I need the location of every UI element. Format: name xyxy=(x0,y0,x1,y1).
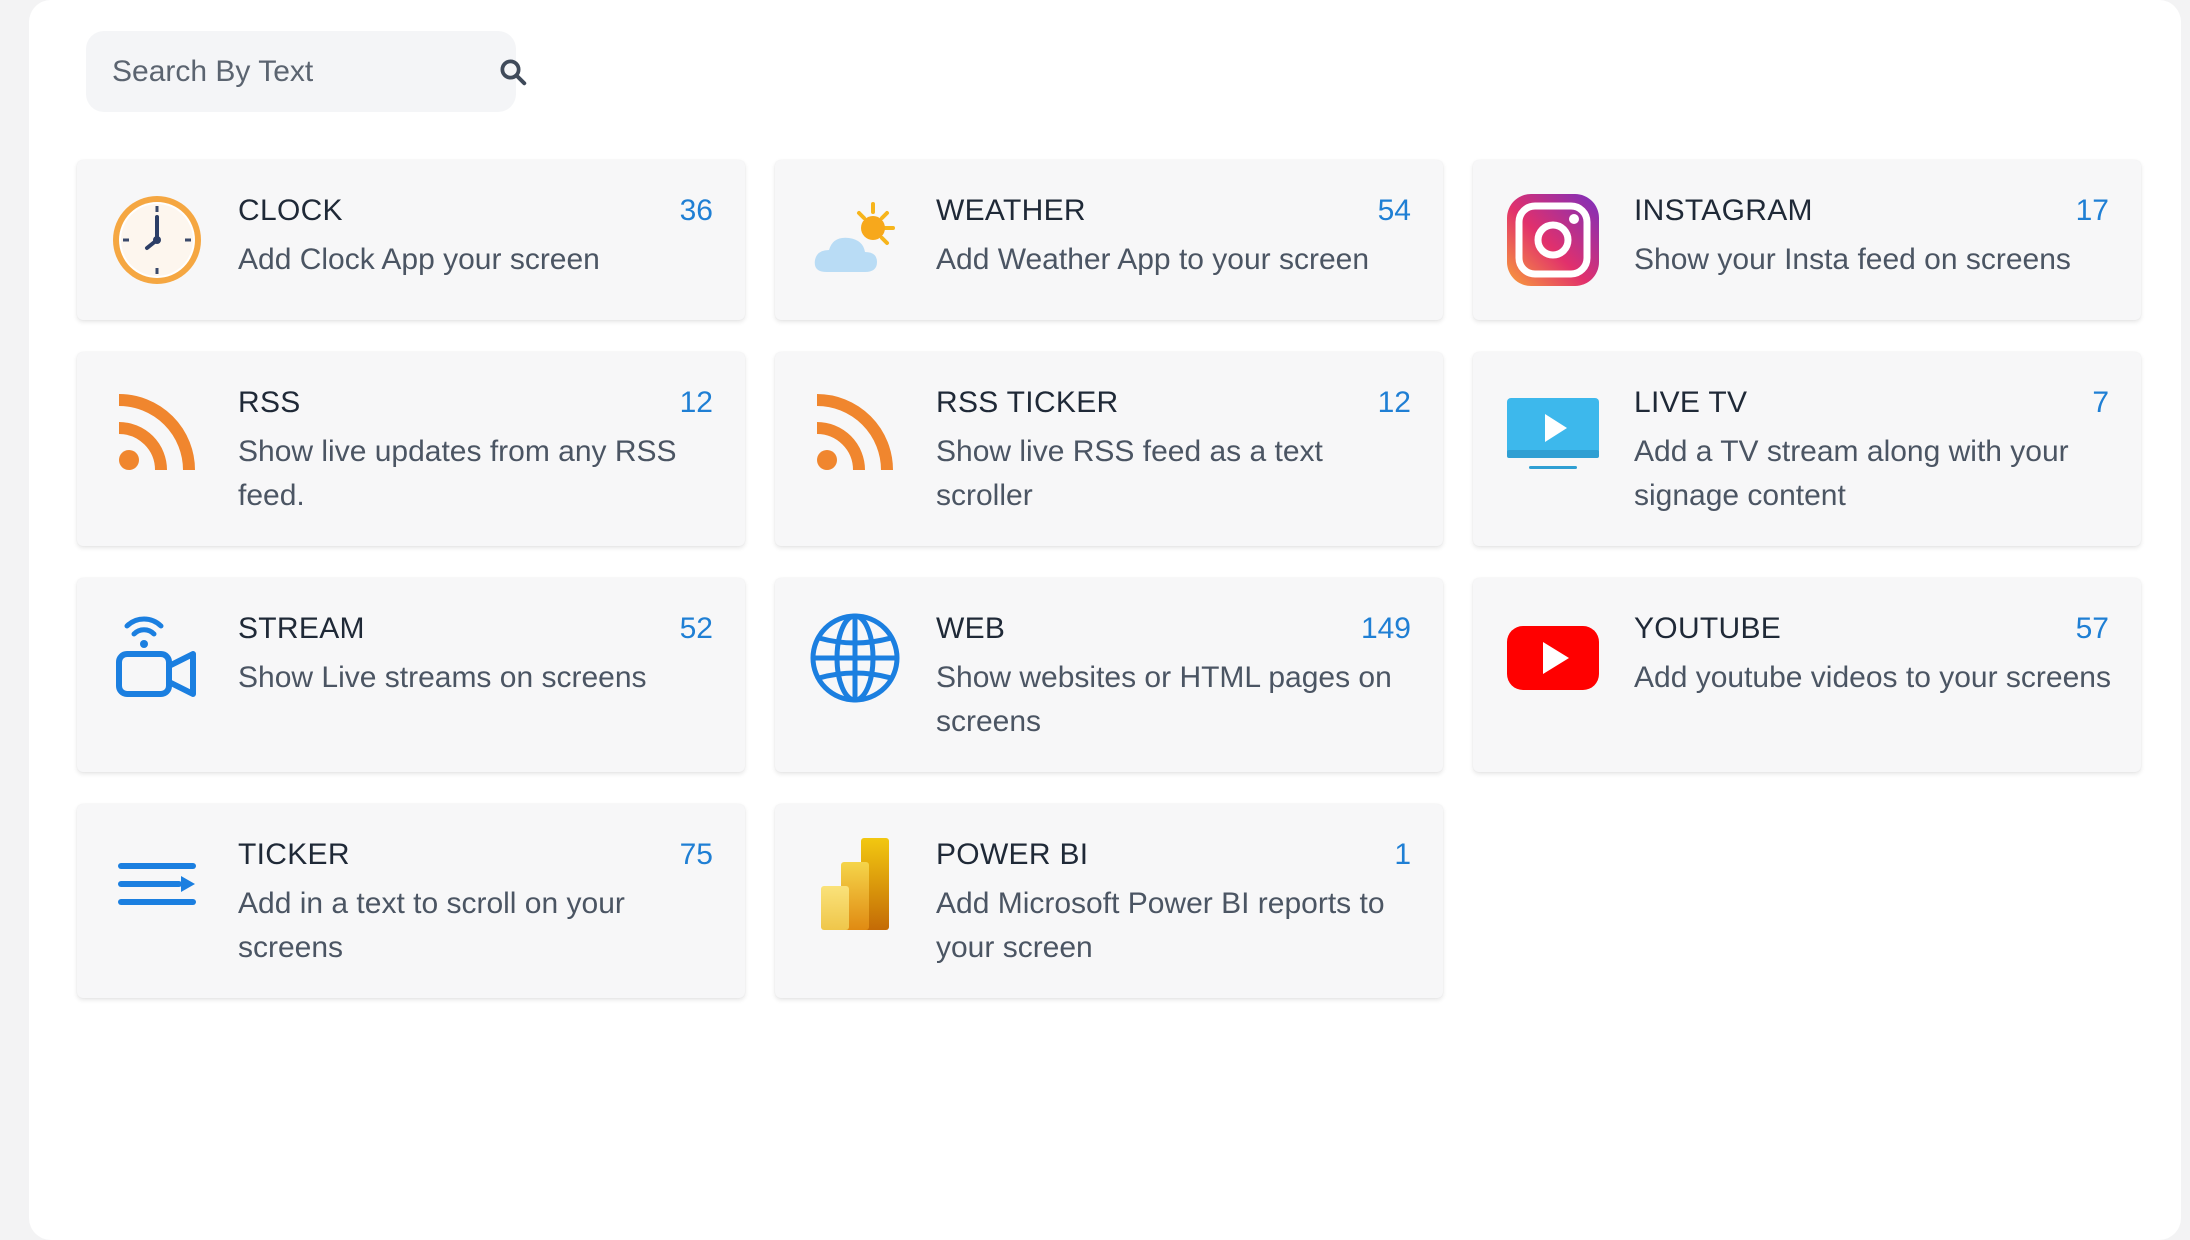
app-description: Show live updates from any RSS feed. xyxy=(238,435,677,512)
globe-icon xyxy=(807,610,903,706)
app-count: 17 xyxy=(2075,194,2109,227)
app-card-instagram[interactable]: INSTAGRAM 17 Show your Insta feed on scr… xyxy=(1473,160,2141,320)
app-count: 36 xyxy=(679,194,713,227)
weather-icon xyxy=(807,192,903,288)
powerbi-icon xyxy=(807,836,903,932)
search-box[interactable] xyxy=(86,31,527,112)
app-count: 12 xyxy=(1377,386,1411,419)
search-input[interactable] xyxy=(112,54,498,89)
app-count: 12 xyxy=(679,386,713,419)
app-title: LIVE TV xyxy=(1634,386,1748,419)
app-card-ticker[interactable]: TICKER 75 Add in a text to scroll on you… xyxy=(77,804,745,998)
app-description: Show your Insta feed on screens xyxy=(1634,243,2071,276)
app-card-web[interactable]: WEB 149 Show websites or HTML pages on s… xyxy=(775,578,1443,772)
app-count: 54 xyxy=(1377,194,1411,227)
app-title: WEATHER xyxy=(936,194,1086,227)
app-grid: CLOCK 36 Add Clock App your screen WEATH… xyxy=(77,160,2141,998)
app-description: Add Weather App to your screen xyxy=(936,243,1370,276)
app-card-rss-ticker[interactable]: RSS TICKER 12 Show live RSS feed as a te… xyxy=(775,352,1443,546)
app-count: 57 xyxy=(2075,612,2109,645)
app-description: Add in a text to scroll on your screens xyxy=(238,887,625,964)
app-description: Add a TV stream along with your signage … xyxy=(1634,435,2069,512)
ticker-icon xyxy=(109,836,205,932)
app-title: YOUTUBE xyxy=(1634,612,1782,645)
rss-icon xyxy=(109,384,205,480)
app-title: STREAM xyxy=(238,612,365,645)
app-card-rss[interactable]: RSS 12 Show live updates from any RSS fe… xyxy=(77,352,745,546)
app-count: 149 xyxy=(1360,612,1411,645)
app-count: 52 xyxy=(679,612,713,645)
app-description: Show live RSS feed as a text scroller xyxy=(936,435,1323,512)
app-count: 7 xyxy=(2092,386,2109,419)
app-description: Show websites or HTML pages on screens xyxy=(936,661,1392,738)
app-card-power-bi[interactable]: POWER BI 1 Add Microsoft Power BI report… xyxy=(775,804,1443,998)
main-panel: CLOCK 36 Add Clock App your screen xyxy=(29,0,2181,1240)
app-card-stream[interactable]: STREAM 52 Show Live streams on screens xyxy=(77,578,745,772)
tv-icon xyxy=(1505,384,1601,480)
app-title: RSS xyxy=(238,386,301,419)
app-card-live-tv[interactable]: LIVE TV 7 Add a TV stream along with you… xyxy=(1473,352,2141,546)
app-card-weather[interactable]: WEATHER 54 Add Weather App to your scree… xyxy=(775,160,1443,320)
app-title: TICKER xyxy=(238,838,350,871)
app-count: 75 xyxy=(679,838,713,871)
app-title: WEB xyxy=(936,612,1006,645)
clock-icon xyxy=(109,192,205,288)
search-icon[interactable] xyxy=(498,55,528,89)
app-title: INSTAGRAM xyxy=(1634,194,1813,227)
app-count: 1 xyxy=(1394,838,1411,871)
app-description: Add Clock App your screen xyxy=(238,243,600,276)
youtube-icon xyxy=(1505,610,1601,706)
rss-ticker-icon xyxy=(807,384,903,480)
app-title: CLOCK xyxy=(238,194,343,227)
app-title: POWER BI xyxy=(936,838,1089,871)
instagram-icon xyxy=(1505,192,1601,288)
app-description: Show Live streams on screens xyxy=(238,661,647,694)
app-description: Add youtube videos to your screens xyxy=(1634,661,2111,694)
app-card-clock[interactable]: CLOCK 36 Add Clock App your screen xyxy=(77,160,745,320)
app-card-youtube[interactable]: YOUTUBE 57 Add youtube videos to your sc… xyxy=(1473,578,2141,772)
app-description: Add Microsoft Power BI reports to your s… xyxy=(936,887,1385,964)
app-title: RSS TICKER xyxy=(936,386,1119,419)
stream-camera-icon xyxy=(109,610,205,706)
